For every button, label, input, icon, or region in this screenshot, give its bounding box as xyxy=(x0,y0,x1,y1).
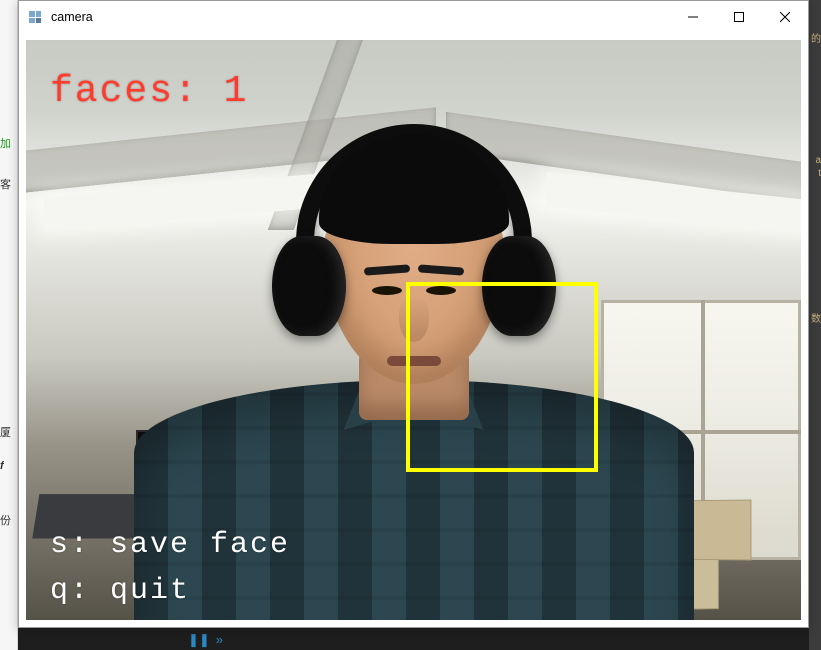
window-controls xyxy=(670,1,808,33)
bg-text: f xyxy=(0,460,4,472)
minimize-icon xyxy=(688,12,698,22)
maximize-icon xyxy=(734,12,744,22)
bg-text: 数 xyxy=(811,310,821,325)
bg-right-strip xyxy=(809,0,821,650)
minimize-button[interactable] xyxy=(670,1,716,33)
titlebar[interactable]: camera xyxy=(19,1,808,33)
close-button[interactable] xyxy=(762,1,808,33)
bg-text: 份 xyxy=(0,512,11,528)
bg-text: 的 xyxy=(811,30,821,45)
window-content: faces: 1 s: save face q: quit xyxy=(19,33,808,627)
app-icon xyxy=(27,9,43,25)
pause-icon: ❚❚ xyxy=(188,633,210,646)
bg-left-strip xyxy=(0,0,18,650)
bg-text: 客 xyxy=(0,176,11,192)
skip-icon: » xyxy=(216,633,223,646)
bg-text: 加 xyxy=(0,135,11,151)
close-icon xyxy=(780,12,790,22)
scene-person xyxy=(129,110,699,620)
bg-bottom-bar: ❚❚ » xyxy=(18,628,809,650)
bg-media-controls: ❚❚ » xyxy=(188,633,223,646)
bg-text: 厦 xyxy=(0,424,11,440)
maximize-button[interactable] xyxy=(716,1,762,33)
window-title: camera xyxy=(51,10,93,24)
titlebar-drag-region[interactable] xyxy=(93,1,670,33)
bg-text: a xyxy=(815,155,821,166)
camera-feed: faces: 1 s: save face q: quit xyxy=(26,40,801,620)
camera-window: camera xyxy=(18,0,809,628)
